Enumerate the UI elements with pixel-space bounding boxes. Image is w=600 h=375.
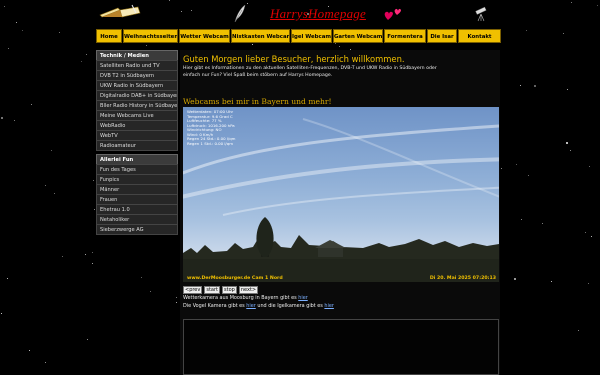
next-button[interactable]: next>	[238, 286, 259, 294]
star-dot	[93, 180, 94, 181]
webcam-caption-site: www.DerMoosburger.de Cam 1 Nord	[187, 276, 283, 281]
star-dot	[176, 297, 177, 298]
sidebar: Technik / Medien Satelliten Radio und TV…	[96, 50, 178, 235]
star-dot	[335, 43, 336, 44]
nav-garten-webcam[interactable]: Garten Webcam	[333, 29, 383, 43]
star-dot	[81, 61, 82, 62]
sidebar-item-radio-history[interactable]: Bller Radio History in Südbayern	[96, 100, 178, 111]
vogel-link[interactable]: hier	[246, 303, 255, 309]
star-dot	[59, 32, 60, 33]
star-dot	[45, 185, 46, 186]
prev-button[interactable]: <prev	[183, 286, 203, 294]
star-dot	[31, 104, 32, 105]
star-dot	[589, 166, 590, 167]
star-dot	[570, 150, 571, 151]
feather-icon	[234, 4, 246, 23]
second-webcam-frame[interactable]	[183, 319, 499, 375]
star-dot	[176, 302, 177, 303]
main-navigation: Home Weihnachtsseiten Wetter Webcam Nist…	[96, 29, 501, 43]
star-dot	[92, 263, 93, 264]
star-dot	[22, 30, 23, 31]
start-button[interactable]: start	[204, 286, 221, 294]
star-dot	[591, 236, 592, 237]
webcam-section-title: Webcams bei mir in Bayern und mehr!	[183, 97, 332, 106]
webcam-image[interactable]: Wetterdaten: 07:00 Uhr Temperatur: 9.6 G…	[183, 107, 499, 282]
star-dot	[526, 30, 527, 31]
star-dot	[85, 254, 86, 255]
star-dot	[566, 142, 568, 144]
stop-button[interactable]: stop	[222, 286, 237, 294]
site-title[interactable]: HarrysHomepage	[270, 6, 380, 22]
star-dot	[528, 175, 529, 176]
star-dot	[14, 120, 15, 121]
star-dot	[51, 150, 52, 151]
wetterkamera-link[interactable]: hier	[298, 295, 307, 301]
telescope-icon	[475, 6, 487, 22]
vogel-text: Die Vogel Kamera gibt es	[183, 303, 245, 309]
intro-text: Hier gibt es Informationen zu den aktuel…	[183, 66, 437, 78]
star-dot	[585, 232, 586, 233]
star-dot	[520, 85, 521, 86]
nav-home[interactable]: Home	[96, 29, 122, 43]
site-header: HarrysHomepage	[0, 0, 600, 28]
webcam-controls: <prev start stop next>	[183, 286, 259, 294]
star-dot	[150, 291, 151, 292]
igel-text: und die Igelkamera gibt es	[257, 303, 323, 309]
weather-data-overlay: Wetterdaten: 07:00 Uhr Temperatur: 9.6 G…	[187, 109, 235, 146]
star-dot	[551, 281, 552, 282]
star-dot	[534, 85, 536, 87]
star-dot	[87, 339, 88, 340]
wetterkamera-line: Wetterkamera aus Moosburg in Bayern gibt…	[183, 295, 308, 302]
igel-link[interactable]: hier	[324, 303, 333, 309]
vogel-igel-line: Die Vogel Kamera gibt es hier und die Ig…	[183, 303, 334, 310]
star-dot	[514, 278, 516, 280]
nav-die-isar[interactable]: Die Isar	[427, 29, 457, 43]
sidebar-item-radioamateur[interactable]: Radioamateur	[96, 140, 178, 151]
nav-wetter-webcam[interactable]: Wetter Webcam	[179, 29, 230, 43]
star-dot	[501, 168, 502, 169]
star-dot	[86, 54, 87, 55]
star-dot	[62, 256, 63, 257]
main-content: Guten Morgen lieber Besucher, herzlich w…	[180, 50, 500, 375]
star-dot	[54, 193, 55, 194]
hearts-icon	[384, 8, 401, 20]
star-dot	[146, 45, 147, 46]
star-dot	[339, 46, 340, 47]
star-dot	[521, 219, 522, 220]
star-dot	[45, 362, 46, 363]
star-dot	[141, 277, 142, 278]
star-dot	[542, 223, 543, 224]
nav-formentera[interactable]: Formentera	[384, 29, 426, 43]
star-dot	[567, 89, 568, 90]
welcome-heading: Guten Morgen lieber Besucher, herzlich w…	[183, 54, 405, 64]
star-dot	[578, 330, 579, 331]
webcam-caption-timestamp: Di 20. Mai 2025 07:20:13	[429, 276, 496, 281]
star-dot	[563, 33, 564, 34]
nav-weihnachtsseiten[interactable]: Weihnachtsseiten	[123, 29, 178, 43]
star-dot	[7, 278, 8, 279]
sidebar-item-digitalradio[interactable]: Digitalradio DAB+ in Südbayern	[96, 90, 178, 101]
book-icon	[99, 4, 141, 18]
weather-data-line: Regen 1 Std.: 0.00 l/qm	[187, 140, 233, 146]
star-dot	[516, 164, 517, 165]
wetterkamera-text: Wetterkamera aus Moosburg in Bayern gibt…	[183, 295, 297, 301]
nav-nistkasten-webcam[interactable]: Nistkasten Webcam	[231, 29, 290, 43]
nav-kontakt[interactable]: Kontakt	[458, 29, 501, 43]
star-dot	[94, 209, 95, 210]
nav-igel-webcam[interactable]: Igel Webcam	[291, 29, 332, 43]
star-dot	[8, 48, 9, 49]
star-dot	[29, 350, 30, 351]
star-dot	[588, 283, 589, 284]
star-dot	[252, 44, 253, 45]
star-dot	[92, 252, 93, 253]
star-dot	[1, 117, 3, 119]
sidebar-item-sieberzwerge[interactable]: Sieberzwerge AG	[96, 224, 178, 235]
star-dot	[1, 313, 2, 314]
